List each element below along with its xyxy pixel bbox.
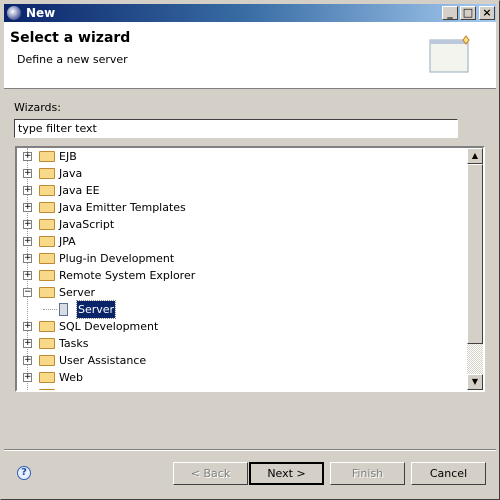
scroll-thumb[interactable] [467,164,483,344]
page-title: Select a wizard [10,30,131,46]
window-title: New [26,6,56,20]
tree-item-label: Server [75,300,117,319]
tree-item-label: EJB [59,150,77,163]
close-button[interactable]: × [479,6,495,20]
folder-icon [39,185,55,196]
tree-item-label: Tasks [59,337,89,350]
folder-icon [39,253,55,264]
scroll-down-button[interactable]: ▼ [467,374,483,390]
wizard-tree[interactable]: ▲ ▼ + EJB + Java + Java EE + Java Emitter Templ… [15,146,485,392]
tree-item-label: SQL Development [59,320,159,333]
folder-icon [39,168,55,179]
expand-icon[interactable]: + [23,186,32,195]
tree-item-label: Java Emitter Templates [59,201,186,214]
tree-item-label: JavaScript [59,218,115,231]
filter-input[interactable] [14,119,458,138]
help-icon[interactable]: ? [17,466,31,480]
tree-item-label: Java EE [59,184,100,197]
expand-icon[interactable]: + [23,220,32,229]
tree-item-label: Java [59,167,83,180]
folder-icon [39,219,55,230]
folder-icon [39,236,55,247]
expand-icon[interactable]: + [23,356,32,365]
tree-item-label: Plug-in Development [59,252,175,265]
expand-icon[interactable]: + [23,169,32,178]
folder-icon [39,338,55,349]
scroll-up-button[interactable]: ▲ [467,148,483,164]
tree-item-label: Web [59,371,83,384]
finish-button[interactable]: Finish [330,462,405,485]
expand-icon[interactable]: + [23,254,32,263]
page-description: Define a new server [17,53,128,66]
collapse-icon[interactable]: − [23,288,32,297]
folder-icon [39,151,55,162]
wizard-header: Select a wizard Define a new server [4,22,496,89]
tree-item-label: JPA [59,235,76,248]
folder-icon [39,287,55,298]
expand-icon[interactable]: + [23,152,32,161]
wizard-banner-icon [429,35,470,73]
expand-icon[interactable]: + [23,322,32,331]
folder-icon [39,372,55,383]
wizards-label: Wizards: [14,101,61,114]
next-button[interactable]: Next > [249,462,324,485]
folder-icon [39,321,55,332]
expand-icon[interactable]: + [23,203,32,212]
vertical-scrollbar[interactable]: ▲ ▼ [467,148,483,390]
separator [4,449,496,451]
folder-icon [39,270,55,281]
cancel-button[interactable]: Cancel [411,462,486,485]
expand-icon[interactable]: + [23,237,32,246]
expand-icon[interactable]: + [23,339,32,348]
expand-icon[interactable]: + [23,373,32,382]
folder-icon [39,355,55,366]
tree-item-label: Server [59,286,96,299]
maximize-button[interactable]: □ [460,6,476,20]
eclipse-icon [7,6,21,20]
minimize-button[interactable]: _ [442,6,458,20]
folder-icon [39,202,55,213]
tree-item-label: Remote System Explorer [59,269,196,282]
server-icon [59,303,68,316]
expand-icon[interactable]: + [23,271,32,280]
back-button[interactable]: < Back [173,462,248,485]
title-bar: New _ □ × [4,4,496,22]
tree-item-label: User Assistance [59,354,147,367]
